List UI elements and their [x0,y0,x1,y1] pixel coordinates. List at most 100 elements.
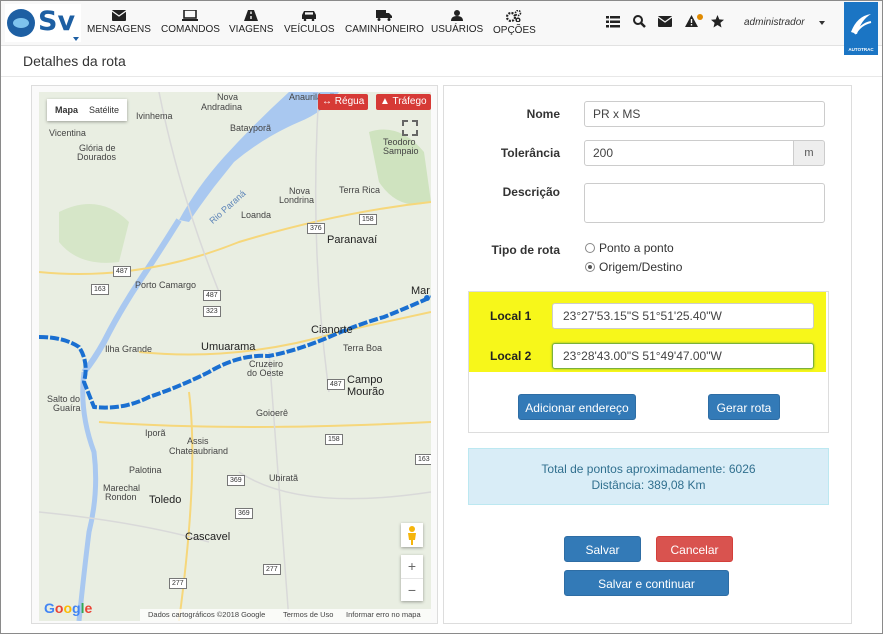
city-label: Terra Rica [339,185,381,195]
road-shield: 369 [235,508,253,519]
city-label: Londrina [279,195,315,205]
radio-origem-destino[interactable] [585,262,595,272]
zoom-out-button[interactable]: − [401,579,423,601]
chevron-down-icon[interactable] [819,21,825,25]
search-icon[interactable] [633,15,646,28]
local1-input[interactable]: 23°27'53.15"S 51°51'25.40"W [552,303,814,329]
zoom-in-button[interactable]: + [401,555,423,579]
road-shield: 277 [169,578,187,589]
city-label: Loanda [241,210,272,220]
info-distance: Distância: 389,08 Km [591,478,706,492]
road-shield: 163 [415,454,431,465]
save-button[interactable]: Salvar [564,536,641,562]
city-label: Porto Camargo [135,280,197,290]
road-shield: 487 [327,379,345,390]
city-label: Ilha Grande [105,344,153,354]
pegman-icon [408,526,416,545]
city-label: Dourados [77,152,117,162]
descricao-label: Descrição [502,185,560,199]
city-label: Andradina [201,102,243,112]
nav-usuarios[interactable]: USUÁRIOS [431,10,483,35]
page-title: Detalhes da rota [23,53,126,69]
terms-link[interactable]: Termos de Uso [283,609,333,621]
tolerancia-label: Tolerância [500,146,560,160]
road-shield: 323 [203,306,221,317]
nav-caminhoneiro[interactable]: CAMINHONEIRO [345,10,424,35]
cancel-button[interactable]: Cancelar [656,536,733,562]
road-shield: 163 [91,284,109,295]
envelope-icon [111,10,126,21]
star-icon[interactable] [711,15,724,28]
city-label: Palotina [129,465,162,475]
fullscreen-icon[interactable] [400,118,420,138]
nome-input[interactable]: PR x MS [584,101,825,127]
city-label: do Oeste [247,368,284,378]
city-label: Batayporã [230,123,272,133]
chevron-down-icon [73,37,79,41]
city-label: Cianorte [311,324,353,336]
city-label: Cascavel [185,531,231,543]
list-icon[interactable] [606,16,620,28]
tolerancia-input[interactable]: 200 [584,140,794,166]
car-icon [302,11,317,21]
city-label: Rondon [105,492,137,502]
nav-veiculos-label: VEÍCULOS [284,24,335,35]
nav-mensagens[interactable]: MENSAGENS [87,10,151,35]
nome-label: Nome [526,107,560,121]
city-label: Mourão [347,386,385,398]
city-label: Mar [411,285,430,297]
logo-eye-icon [7,9,35,37]
app-logo[interactable]: Sv [5,4,81,42]
street-view-pegman[interactable] [401,523,423,547]
arrows-h-icon: ↔ [322,96,332,107]
user-menu[interactable]: administrador [744,17,805,28]
road-shield: 487 [203,290,221,301]
nav-usuarios-label: USUÁRIOS [431,24,484,35]
map-type-map[interactable]: Mapa [55,105,78,115]
autotrac-logo: AUTOTRAC [844,2,878,55]
truck-icon [376,10,393,21]
radio-origem-destino-label[interactable]: Origem/Destino [599,260,682,274]
nav-opcoes[interactable]: OPÇÕES [493,10,536,36]
map-footer: Dados cartográficos ©2018 Google Termos … [140,609,431,621]
map-type-satellite[interactable]: Satélite [89,105,119,115]
envelope-icon[interactable] [658,16,672,27]
map-data-credit: Dados cartográficos ©2018 Google [148,610,266,619]
road-shield: 277 [263,564,281,575]
nav-comandos[interactable]: COMANDOS [161,10,220,35]
ruler-button-label: Régua [334,96,365,107]
route-info-box: Total de pontos aproximadamente: 6026 Di… [468,448,829,505]
autotrac-label: AUTOTRAC [848,47,874,52]
tipo-rota-label: Tipo de rota [491,243,560,257]
city-label: Toledo [149,494,182,506]
autotrac-mark-icon [851,14,872,35]
radio-ponto-a-ponto[interactable] [585,243,595,253]
ruler-button[interactable]: ↔ Régua [318,94,369,110]
warning-icon: ▲ [380,96,390,107]
route-map[interactable]: Nova Andradina Ivinhema Batayporã Anauri… [39,92,431,621]
road-icon [244,10,259,21]
save-continue-button[interactable]: Salvar e continuar [564,570,729,596]
map-canvas [39,92,431,621]
zoom-control: + − [401,555,423,601]
generate-route-button[interactable]: Gerar rota [708,394,780,420]
road-shield: 369 [227,475,245,486]
local2-label: Local 2 [490,349,532,363]
city-label: Guaíra [53,403,81,413]
user-icon [451,10,464,21]
local1-label: Local 1 [490,309,532,323]
traffic-button[interactable]: ▲ Tráfego [376,94,431,110]
nav-mensagens-label: MENSAGENS [87,24,151,35]
city-label: Sampaio [383,146,419,156]
city-label: Assis [187,436,209,446]
descricao-textarea[interactable] [584,183,825,223]
nav-viagens[interactable]: VIAGENS [229,10,273,35]
report-error-link[interactable]: Informar erro no mapa [346,609,421,621]
city-label: Goioerê [256,408,289,418]
nav-veiculos[interactable]: VEÍCULOS [284,10,335,35]
local2-input[interactable]: 23°28'43.00"S 51°49'47.00"W [552,343,814,369]
map-type-control: Mapa Satélite [47,99,127,121]
add-address-button[interactable]: Adicionar endereço [518,394,636,420]
radio-ponto-a-ponto-label[interactable]: Ponto a ponto [599,241,674,255]
logo-text: Sv [38,6,76,37]
